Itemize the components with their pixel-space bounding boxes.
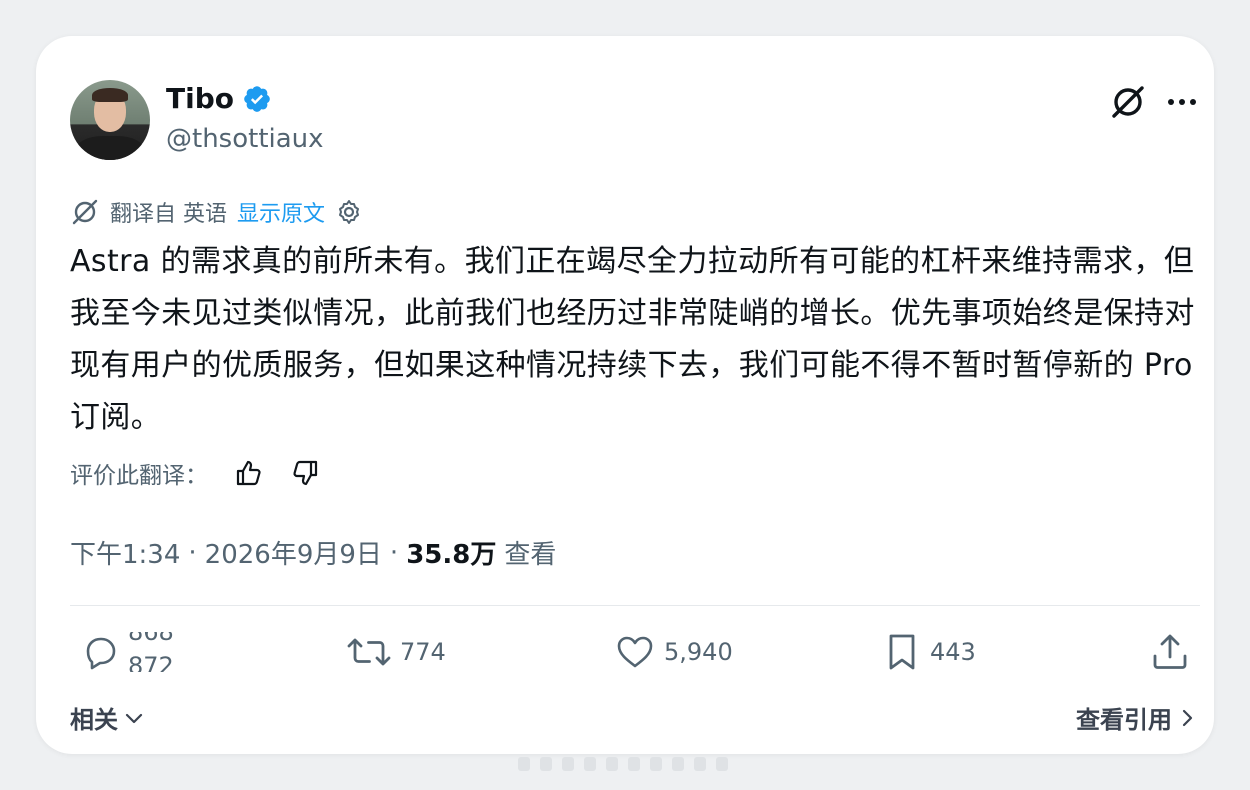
tweet-text: Astra 的需求真的前所未有。我们正在竭尽全力拉动所有可能的杠杆来维持需求，但…: [70, 244, 1195, 435]
footer-row: 相关 查看引用: [70, 700, 1196, 735]
scroll-indicator: [518, 756, 728, 772]
gear-icon[interactable]: [335, 198, 363, 226]
meta-separator: ·: [389, 537, 399, 568]
tweet-card: Tibo @thsottiaux 翻译自 英语 显示原文 Astra 的需求真的…: [36, 36, 1214, 754]
retweet-button[interactable]: 774: [346, 632, 446, 672]
retweet-icon: [347, 638, 391, 666]
meta-separator: ·: [188, 537, 197, 568]
avatar[interactable]: [70, 80, 150, 160]
tweet-date[interactable]: 2026年9月9日: [205, 534, 382, 571]
rate-translation-label: 评价此翻译：: [70, 463, 208, 489]
verified-badge-icon: [244, 85, 270, 112]
like-button[interactable]: 5,940: [614, 632, 733, 672]
divider: [70, 605, 1200, 606]
view-quotes-label: 查看引用: [1076, 706, 1172, 734]
share-icon: [1153, 634, 1187, 669]
top-right-actions: [1108, 82, 1198, 122]
grok-slash-icon[interactable]: [1108, 82, 1148, 122]
thumbs-up-icon[interactable]: [234, 458, 264, 488]
share-button[interactable]: [1150, 632, 1190, 672]
rate-translation: 评价此翻译：: [70, 456, 320, 490]
tweet-time[interactable]: 下午1:34: [70, 534, 180, 571]
bookmark-icon: [889, 634, 915, 670]
chevron-down-icon: [125, 713, 143, 723]
author-handle[interactable]: @thsottiaux: [166, 124, 324, 154]
views-count: 35.8万: [406, 540, 497, 570]
related-label: 相关: [70, 706, 118, 734]
tweet-meta: 下午1:34 · 2026年9月9日 · 35.8万 查看: [70, 534, 556, 571]
reply-count-current: 872: [128, 652, 174, 672]
bookmark-button[interactable]: 443: [882, 632, 976, 672]
action-bar: 868 872 774 5,940 443: [70, 632, 1200, 684]
reply-count: 868 872: [128, 632, 188, 672]
translated-from-label: 翻译自 英语: [110, 202, 227, 227]
reply-count-previous: 868: [128, 632, 174, 646]
related-dropdown[interactable]: 相关: [70, 700, 144, 735]
heart-icon: [617, 636, 653, 668]
retweet-count: 774: [400, 638, 446, 666]
view-quotes-link[interactable]: 查看引用: [1076, 700, 1196, 735]
chevron-right-icon: [1182, 709, 1193, 726]
views-label: 查看: [504, 540, 557, 570]
bookmark-count: 443: [930, 638, 976, 666]
author-name-row: Tibo: [166, 82, 272, 115]
thumbs-down-icon[interactable]: [290, 458, 320, 488]
author-name[interactable]: Tibo: [166, 82, 234, 115]
show-original-link[interactable]: 显示原文: [237, 196, 325, 228]
more-dots-icon[interactable]: [1166, 86, 1198, 118]
like-count: 5,940: [664, 638, 733, 666]
translate-icon: [72, 199, 98, 225]
translation-bar: 翻译自 英语 显示原文: [70, 196, 363, 228]
reply-icon: [86, 637, 116, 670]
reply-button[interactable]: 868 872: [80, 632, 188, 672]
